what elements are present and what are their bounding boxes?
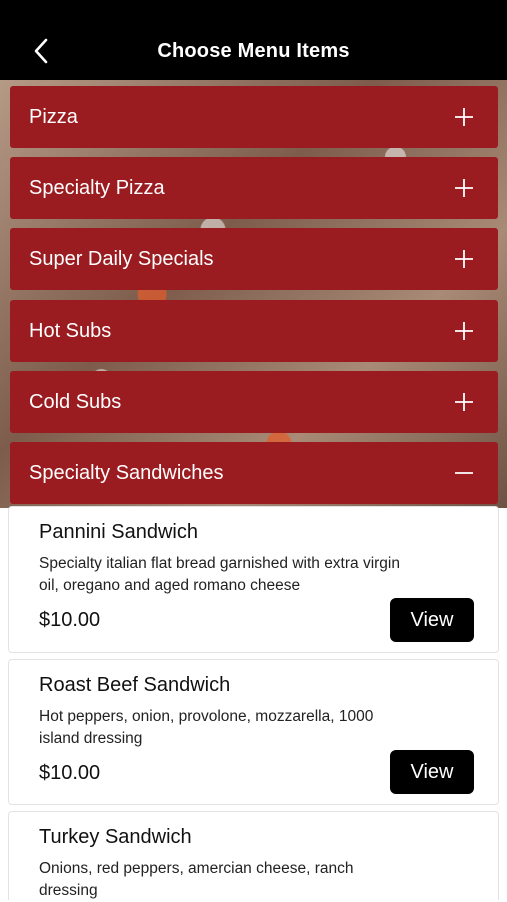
item-name: Roast Beef Sandwich [39,674,231,696]
item-description: Hot peppers, onion, provolone, mozzarell… [39,708,374,747]
category-label: Pizza [29,106,78,128]
category-label: Super Daily Specials [29,248,214,270]
category-hot-subs[interactable]: Hot Subs [10,300,498,362]
category-specialty-sandwiches[interactable]: Specialty Sandwiches [10,442,498,504]
menu-item-card: Pannini Sandwich Specialty italian flat … [8,506,499,653]
plus-icon[interactable] [454,321,474,341]
category-label: Hot Subs [29,320,112,342]
item-name: Pannini Sandwich [39,521,198,543]
plus-icon[interactable] [454,249,474,269]
item-price: $10.00 [39,762,101,784]
category-super-daily-specials[interactable]: Super Daily Specials [10,228,498,290]
category-label: Specialty Sandwiches [29,462,224,484]
category-label: Cold Subs [29,391,122,413]
item-description: Specialty italian flat bread garnished w… [39,555,400,594]
plus-icon[interactable] [454,392,474,412]
menu-item-card: Turkey Sandwich Onions, red peppers, ame… [8,811,499,900]
menu-item-card: Roast Beef Sandwich Hot peppers, onion, … [8,659,499,805]
page-title: Choose Menu Items [157,40,350,62]
minus-icon[interactable] [454,463,474,483]
plus-icon[interactable] [454,178,474,198]
item-price: $10.00 [39,609,101,631]
view-button[interactable]: View [390,750,474,794]
plus-icon[interactable] [454,107,474,127]
item-name: Turkey Sandwich [39,826,192,848]
category-label: Specialty Pizza [29,177,165,199]
category-specialty-pizza[interactable]: Specialty Pizza [10,157,498,219]
view-button[interactable]: View [390,598,474,642]
category-pizza[interactable]: Pizza [10,86,498,148]
item-description: Onions, red peppers, amercian cheese, ra… [39,860,354,899]
app-header: Choose Menu Items [0,0,507,82]
category-cold-subs[interactable]: Cold Subs [10,371,498,433]
